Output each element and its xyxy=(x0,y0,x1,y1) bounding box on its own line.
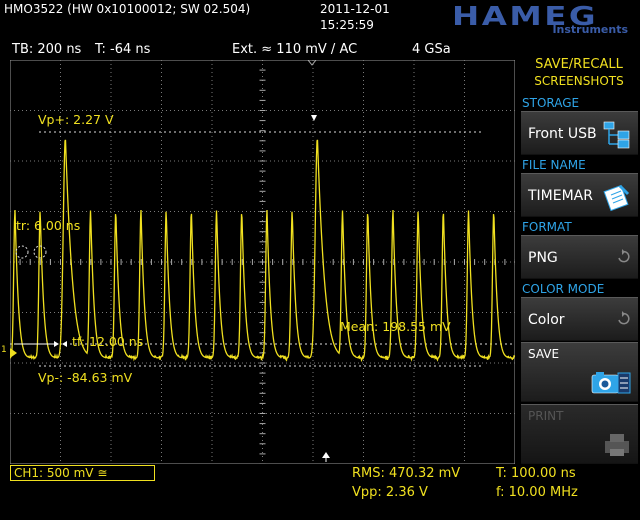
edit-document-icon xyxy=(602,182,632,216)
storage-label: STORAGE xyxy=(522,96,580,110)
usb-folder-icon xyxy=(602,120,632,154)
rms-measurement: RMS: 470.32 mV xyxy=(352,466,461,481)
trigger-time-readout: T: -64 ns xyxy=(95,42,151,57)
printer-icon xyxy=(602,429,632,463)
save-button[interactable]: SAVE xyxy=(521,342,638,402)
rise-time-label: tr: 6.00 ns xyxy=(16,218,80,233)
hameg-logo: HAMEG Instruments xyxy=(452,2,632,36)
rotate-icon xyxy=(616,249,632,269)
save-label: SAVE xyxy=(528,347,560,361)
period-measurement: T: 100.00 ns xyxy=(496,466,576,481)
color-mode-button[interactable]: Color xyxy=(521,297,638,341)
rotate-icon xyxy=(616,311,632,331)
file-name-button[interactable]: TIMEMAR xyxy=(521,173,638,217)
color-mode-label: COLOR MODE xyxy=(522,282,605,296)
color-mode-value: Color xyxy=(528,312,565,328)
vpp-measurement: Vpp: 2.36 V xyxy=(352,485,428,500)
logo-subtext: Instruments xyxy=(552,23,628,36)
timebase-readout: TB: 200 ns xyxy=(12,42,82,57)
trigger-readout: Ext. ≈ 110 mV / AC xyxy=(232,42,358,57)
vp-plus-label: Vp+: 2.27 V xyxy=(38,112,114,127)
instrument-model: HMO3522 (HW 0x10100012; SW 02.504) xyxy=(4,2,251,16)
file-name-value: TIMEMAR xyxy=(528,188,593,204)
date-label: 2011-12-01 xyxy=(320,2,390,16)
time-label: 15:25:59 xyxy=(320,18,374,32)
print-label: PRINT xyxy=(528,409,564,423)
camera-icon xyxy=(590,367,632,401)
sample-rate-readout: 4 GSa xyxy=(412,42,451,57)
ground-marker-label: 1 xyxy=(1,345,7,355)
storage-button[interactable]: Front USB xyxy=(521,111,638,155)
storage-value: Front USB xyxy=(528,126,597,142)
print-button[interactable]: PRINT xyxy=(521,404,638,464)
ch1-settings[interactable]: CH1: 500 mV ≅ xyxy=(10,465,155,481)
format-label: FORMAT xyxy=(522,220,572,234)
oscilloscope-display[interactable]: Vp+: 2.27 V tr: 6.00 ns tf: 12.00 ns Mea… xyxy=(10,60,515,464)
menu-title: SAVE/RECALL xyxy=(535,57,623,72)
fall-time-label: tf: 12.00 ns xyxy=(72,334,143,349)
mean-label: Mean: 198.55 mV xyxy=(340,319,451,334)
format-value: PNG xyxy=(528,250,558,266)
vp-minus-label: Vp-: -84.63 mV xyxy=(38,370,133,385)
file-name-label: FILE NAME xyxy=(522,158,586,172)
format-button[interactable]: PNG xyxy=(521,235,638,279)
frequency-measurement: f: 10.00 MHz xyxy=(496,485,578,500)
menu-subtitle: SCREENSHOTS xyxy=(534,74,624,88)
